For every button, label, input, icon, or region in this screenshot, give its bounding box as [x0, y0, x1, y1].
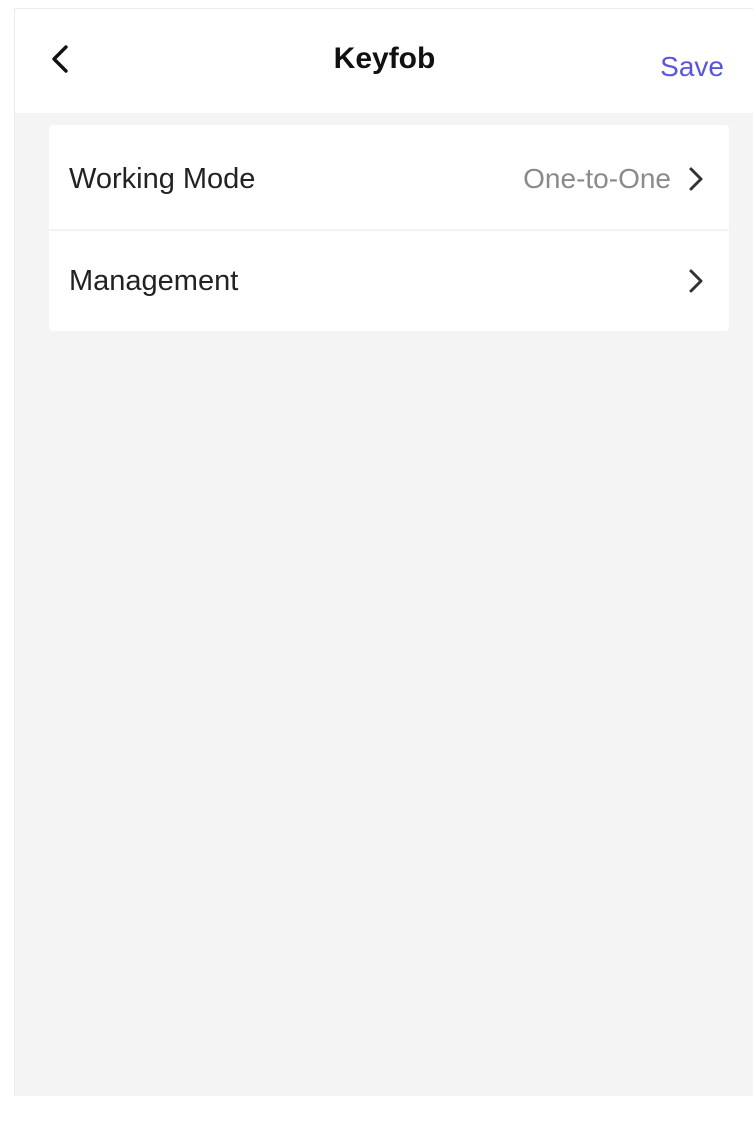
- management-row[interactable]: Management: [49, 231, 729, 331]
- working-mode-row[interactable]: Working Mode One-to-One: [49, 129, 729, 229]
- back-button[interactable]: [49, 39, 89, 83]
- nav-header: Keyfob Save: [15, 9, 753, 113]
- app-screen: Keyfob Save Working Mode One-to-One Mana…: [14, 8, 753, 1096]
- chevron-left-icon: [49, 43, 71, 80]
- working-mode-value: One-to-One: [523, 163, 671, 194]
- chevron-right-icon: [687, 268, 705, 294]
- management-label: Management: [69, 264, 239, 297]
- working-mode-label: Working Mode: [69, 162, 256, 195]
- save-button[interactable]: Save: [660, 51, 724, 83]
- settings-card: Working Mode One-to-One Management: [49, 125, 729, 331]
- page-title: Keyfob: [333, 42, 436, 75]
- chevron-right-icon: [687, 166, 705, 192]
